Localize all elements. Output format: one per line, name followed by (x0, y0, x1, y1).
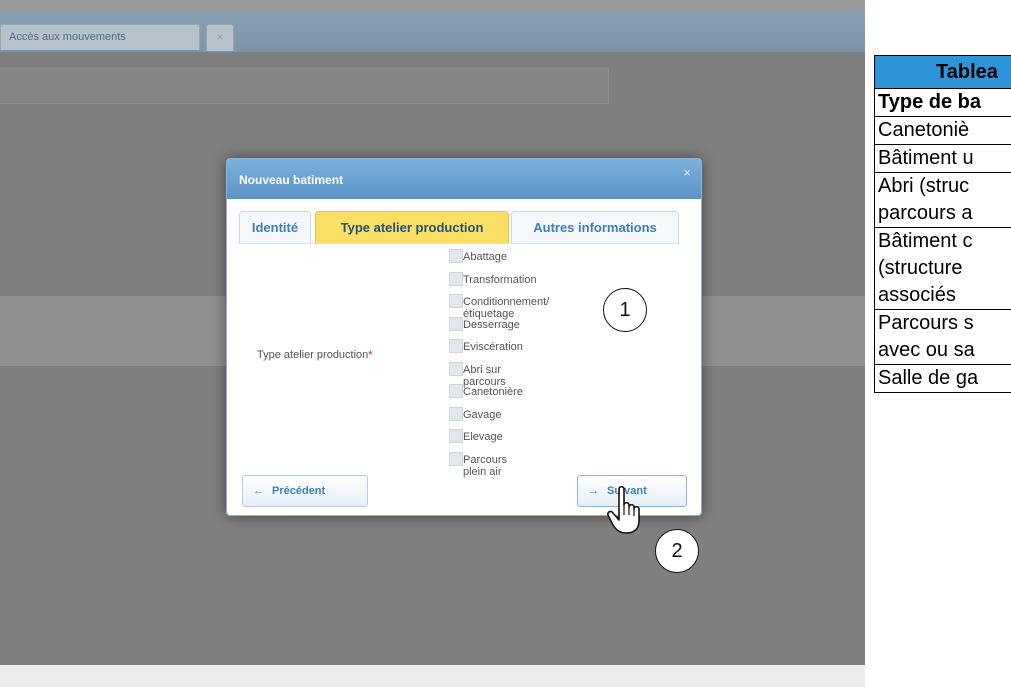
option-label: Abattage (463, 251, 508, 263)
option-label: Conditionnement/étiquetage (463, 296, 550, 320)
new-building-dialog: Nouveau batiment × Identité Type atelier… (226, 158, 702, 516)
dialog-header: Nouveau batiment × (227, 159, 701, 199)
table-cell-line: Bâtiment c (878, 230, 973, 252)
callout-1: 1 (603, 288, 647, 332)
option-label: Elevage (463, 431, 503, 443)
table-cell: Bâtiment u (874, 144, 1011, 173)
table-cell: Bâtiment c (structure associés (874, 227, 1011, 310)
checkbox[interactable] (449, 406, 463, 421)
table-row: Canetoniè (874, 116, 1011, 145)
option-label: Transformation (463, 273, 537, 286)
building-type-table: Tablea Type de ba Canetoniè Bâtiment u A… (874, 55, 1011, 393)
arrow-left-icon: ← (253, 485, 264, 497)
previous-button-label: Précédent (272, 485, 326, 497)
table-cell-line: Bâtiment u (878, 147, 974, 169)
table-cell-line: avec ou sa (878, 339, 975, 361)
tab-divider (239, 243, 677, 244)
tab-acces-mouvements[interactable]: Accès aux mouvements (0, 24, 200, 50)
tab-bar: Accès aux mouvements × (0, 10, 865, 53)
bottom-strip (0, 665, 865, 687)
checkbox[interactable] (449, 271, 463, 286)
table-cell: Abri (struc parcours a (874, 172, 1011, 228)
callout-2: 2 (655, 529, 699, 573)
required-mark: * (368, 349, 373, 361)
table-title: Tablea (874, 55, 1011, 89)
table-cell: Canetoniè (874, 116, 1011, 145)
table-row: Salle de ga (874, 364, 1011, 393)
table-cell-line: parcours a (878, 202, 973, 224)
table-row: Bâtiment u (874, 144, 1011, 173)
table-row: Abri (struc parcours a (874, 172, 1011, 228)
table-cell-line: Abri (struc (878, 175, 970, 197)
table-column-header: Type de ba (874, 88, 1011, 117)
arrow-right-icon: → (588, 485, 599, 497)
table-header-row: Tablea (874, 55, 1011, 89)
tab-identite[interactable]: Identité (239, 211, 311, 244)
tab-autres-informations[interactable]: Autres informations (511, 211, 679, 244)
dialog-tabs: Identité Type atelier production Autres … (239, 211, 689, 244)
checkbox[interactable] (449, 429, 463, 443)
checkbox[interactable] (449, 361, 463, 376)
hand-pointer-icon (607, 485, 640, 534)
search-bar (0, 68, 609, 104)
option-label: Gavage (463, 408, 502, 421)
option-label: Desserrage (463, 318, 520, 331)
table-cell: Salle de ga (874, 364, 1011, 393)
table-cell-line: Parcours s (878, 312, 974, 334)
previous-button[interactable]: ← Précédent (242, 475, 368, 507)
tab-type-atelier-production[interactable]: Type atelier production (315, 211, 509, 244)
application-screen: Accès aux mouvements × Nouveau batiment … (0, 0, 865, 687)
checkbox[interactable] (449, 249, 463, 263)
field-label-text: Type atelier production (257, 349, 369, 361)
option-label: Abri sur parcours (463, 363, 506, 388)
top-strip (0, 0, 865, 10)
table-cell-line: (structure (878, 257, 963, 279)
checkbox[interactable] (449, 451, 463, 466)
table-cell: Parcours s avec ou sa (874, 309, 1011, 365)
close-icon[interactable]: × (683, 165, 691, 180)
checkbox[interactable] (449, 339, 463, 353)
table-row: Parcours s avec ou sa (874, 309, 1011, 365)
table-cell-line: associés (878, 284, 956, 306)
option-label: Canetonière (463, 386, 523, 398)
table-cell-line: Salle de ga (878, 367, 979, 389)
table-cell-line: Canetoniè (878, 119, 970, 141)
close-tab-icon[interactable]: × (206, 24, 234, 51)
checkbox[interactable] (449, 294, 463, 308)
table-subheader-row: Type de ba (874, 88, 1011, 117)
table-row: Bâtiment c (structure associés (874, 227, 1011, 310)
option-label: Parcours plein air (463, 453, 508, 478)
checkbox[interactable] (449, 384, 463, 398)
type-atelier-field-label: Type atelier production* (257, 349, 373, 361)
reference-table: Tablea Type de ba Canetoniè Bâtiment u A… (874, 55, 1011, 562)
option-label: Eviscération (463, 341, 523, 353)
checkbox[interactable] (449, 316, 463, 331)
dialog-title: Nouveau batiment (239, 173, 344, 187)
